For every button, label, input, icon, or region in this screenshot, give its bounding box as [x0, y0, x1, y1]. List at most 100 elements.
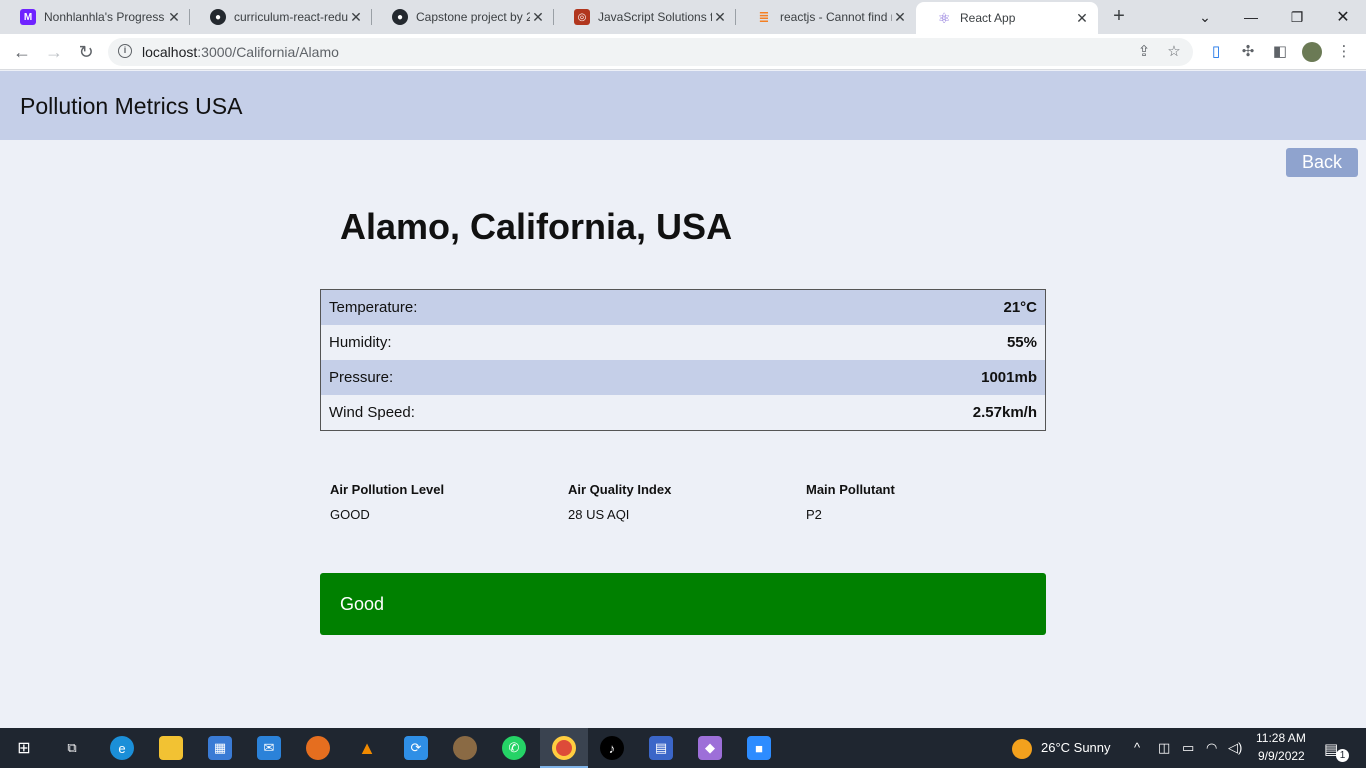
- close-tab-icon[interactable]: ✕: [348, 9, 364, 26]
- weather-row-temperature: Temperature: 21°C: [321, 290, 1045, 325]
- browser-tab-active[interactable]: ⚛ React App ✕: [916, 2, 1098, 34]
- store-icon[interactable]: ▦: [208, 736, 232, 760]
- extensions-puzzle-icon[interactable]: ✣: [1238, 42, 1258, 62]
- windows-start-icon[interactable]: ⊞: [12, 736, 36, 760]
- windows-taskbar: ⊞ ⧉ e ▦ ✉ ▲ ⟳ ✆ ♪ ▤ ◆ ■ 26°C Sunny ^ ◫ ▭…: [0, 728, 1366, 768]
- weather-value: 55%: [1006, 334, 1037, 351]
- main-pollutant: Main Pollutant P2: [806, 482, 1026, 522]
- close-tab-icon[interactable]: ✕: [712, 9, 728, 26]
- minimize-button[interactable]: —: [1228, 0, 1274, 34]
- taskbar-weather[interactable]: 26°C Sunny: [1041, 740, 1111, 755]
- clock-date[interactable]: 9/9/2022: [1258, 749, 1305, 763]
- air-heading: Air Quality Index: [568, 482, 672, 497]
- weather-label: Pressure:: [329, 369, 394, 386]
- weather-label: Wind Speed:: [329, 404, 415, 421]
- meet-icon[interactable]: ◫: [1158, 740, 1170, 756]
- react-icon: ⚛: [937, 9, 951, 26]
- url-host: localhost: [142, 44, 198, 60]
- vlc-icon[interactable]: ▲: [355, 736, 379, 760]
- close-tab-icon[interactable]: ✕: [166, 9, 182, 26]
- air-value: P2: [806, 507, 822, 522]
- tab-search-icon[interactable]: ⌄: [1182, 0, 1228, 34]
- app-window-icon[interactable]: ▤: [649, 736, 673, 760]
- tab-title: reactjs - Cannot find m: [780, 10, 892, 24]
- app-avatar-icon[interactable]: [453, 736, 477, 760]
- browser-tab[interactable]: ● Capstone project by 2 ✕: [372, 0, 554, 34]
- status-text: Good: [340, 594, 385, 614]
- air-pollution-level: Air Pollution Level GOOD: [330, 482, 550, 522]
- close-tab-icon[interactable]: ✕: [1074, 10, 1090, 27]
- location-title: Alamo, California, USA: [340, 206, 733, 247]
- weather-value: 21°C: [1003, 299, 1037, 316]
- close-window-button[interactable]: ✕: [1320, 0, 1366, 34]
- app-header: Pollution Metrics USA: [0, 71, 1366, 140]
- new-tab-button[interactable]: +: [1108, 5, 1130, 27]
- weather-value: 1001mb: [981, 369, 1037, 386]
- volume-icon[interactable]: ◁): [1228, 740, 1242, 756]
- side-panel-icon[interactable]: ◧: [1270, 42, 1290, 62]
- weather-label: Humidity:: [329, 334, 392, 351]
- site-info-icon[interactable]: i: [118, 44, 132, 58]
- close-tab-icon[interactable]: ✕: [892, 9, 908, 26]
- weather-sun-icon[interactable]: [1012, 739, 1032, 759]
- air-heading: Air Pollution Level: [330, 482, 445, 497]
- restore-button[interactable]: ❐: [1274, 0, 1320, 34]
- browser-tab[interactable]: ● curriculum-react-redux ✕: [190, 0, 372, 34]
- tab-title: Nonhlanhla's Progress: [44, 10, 165, 24]
- back-button[interactable]: Back: [1286, 148, 1358, 177]
- url-text[interactable]: localhost:3000/California/Alamo: [142, 44, 339, 60]
- chevron-up-icon[interactable]: ^: [1134, 740, 1140, 755]
- air-heading: Main Pollutant: [806, 482, 895, 497]
- app-diamond-icon[interactable]: ◆: [698, 736, 722, 760]
- reload-icon[interactable]: ↻: [74, 40, 98, 64]
- microverse-icon: M: [20, 9, 36, 25]
- notification-count: 1: [1336, 749, 1349, 762]
- mail-icon[interactable]: ✉: [257, 736, 281, 760]
- weather-label: Temperature:: [329, 299, 418, 316]
- menu-dots-icon[interactable]: ⋮: [1334, 42, 1354, 62]
- battery-icon[interactable]: ▭: [1182, 740, 1194, 756]
- weather-row-wind-speed: Wind Speed: 2.57km/h: [321, 395, 1045, 430]
- stackoverflow-icon: ≣: [758, 9, 770, 24]
- tab-title: Capstone project by 2: [416, 10, 530, 24]
- air-quality-status-banner: Good: [320, 573, 1046, 635]
- weather-row-humidity: Humidity: 55%: [321, 325, 1045, 360]
- browser-tab[interactable]: M Nonhlanhla's Progress ✕: [0, 0, 190, 34]
- profile-avatar[interactable]: [1302, 42, 1322, 62]
- browser-tab[interactable]: ◎ JavaScript Solutions for ✕: [554, 0, 736, 34]
- tab-title: React App: [960, 11, 1016, 25]
- whatsapp-icon[interactable]: ✆: [502, 736, 526, 760]
- url-path: :3000/California/Alamo: [197, 44, 339, 60]
- air-quality-index: Air Quality Index 28 US AQI: [568, 482, 788, 522]
- clock-time[interactable]: 11:28 AM: [1256, 731, 1306, 745]
- file-explorer-icon[interactable]: [159, 736, 183, 760]
- task-view-icon[interactable]: ⧉: [60, 736, 84, 760]
- firefox-icon[interactable]: [306, 736, 330, 760]
- back-arrow-icon[interactable]: ←: [10, 40, 34, 64]
- air-value: 28 US AQI: [568, 507, 630, 522]
- zoom-icon[interactable]: ■: [747, 736, 771, 760]
- share-icon[interactable]: ⇪: [1136, 44, 1152, 60]
- app-title: Pollution Metrics USA: [20, 93, 243, 119]
- weather-value: 2.57km/h: [972, 404, 1037, 421]
- weather-table: Temperature: 21°C Humidity: 55% Pressure…: [320, 289, 1046, 431]
- browser-tab[interactable]: ≣ reactjs - Cannot find m ✕: [736, 0, 916, 34]
- bookmark-star-icon[interactable]: ☆: [1166, 44, 1182, 60]
- weather-row-pressure: Pressure: 1001mb: [321, 360, 1045, 395]
- wifi-icon[interactable]: ◠: [1206, 740, 1217, 756]
- extension-icon[interactable]: ▯: [1206, 42, 1226, 62]
- tab-title: JavaScript Solutions for: [598, 10, 712, 24]
- browser-toolbar: ← → ↻ i localhost:3000/California/Alamo …: [0, 34, 1366, 70]
- close-tab-icon[interactable]: ✕: [530, 9, 546, 26]
- edge-icon[interactable]: e: [110, 736, 134, 760]
- tiktok-icon[interactable]: ♪: [600, 736, 624, 760]
- forward-arrow-icon[interactable]: →: [42, 40, 66, 64]
- address-bar[interactable]: i localhost:3000/California/Alamo ⇪ ☆: [108, 38, 1193, 66]
- app-icon[interactable]: ⟳: [404, 736, 428, 760]
- codewars-icon: ◎: [574, 9, 590, 25]
- github-icon: ●: [392, 9, 408, 25]
- tab-title: curriculum-react-redux: [234, 10, 348, 24]
- browser-tab-strip: M Nonhlanhla's Progress ✕ ● curriculum-r…: [0, 0, 1366, 34]
- chrome-icon[interactable]: [552, 736, 576, 760]
- air-value: GOOD: [330, 507, 370, 522]
